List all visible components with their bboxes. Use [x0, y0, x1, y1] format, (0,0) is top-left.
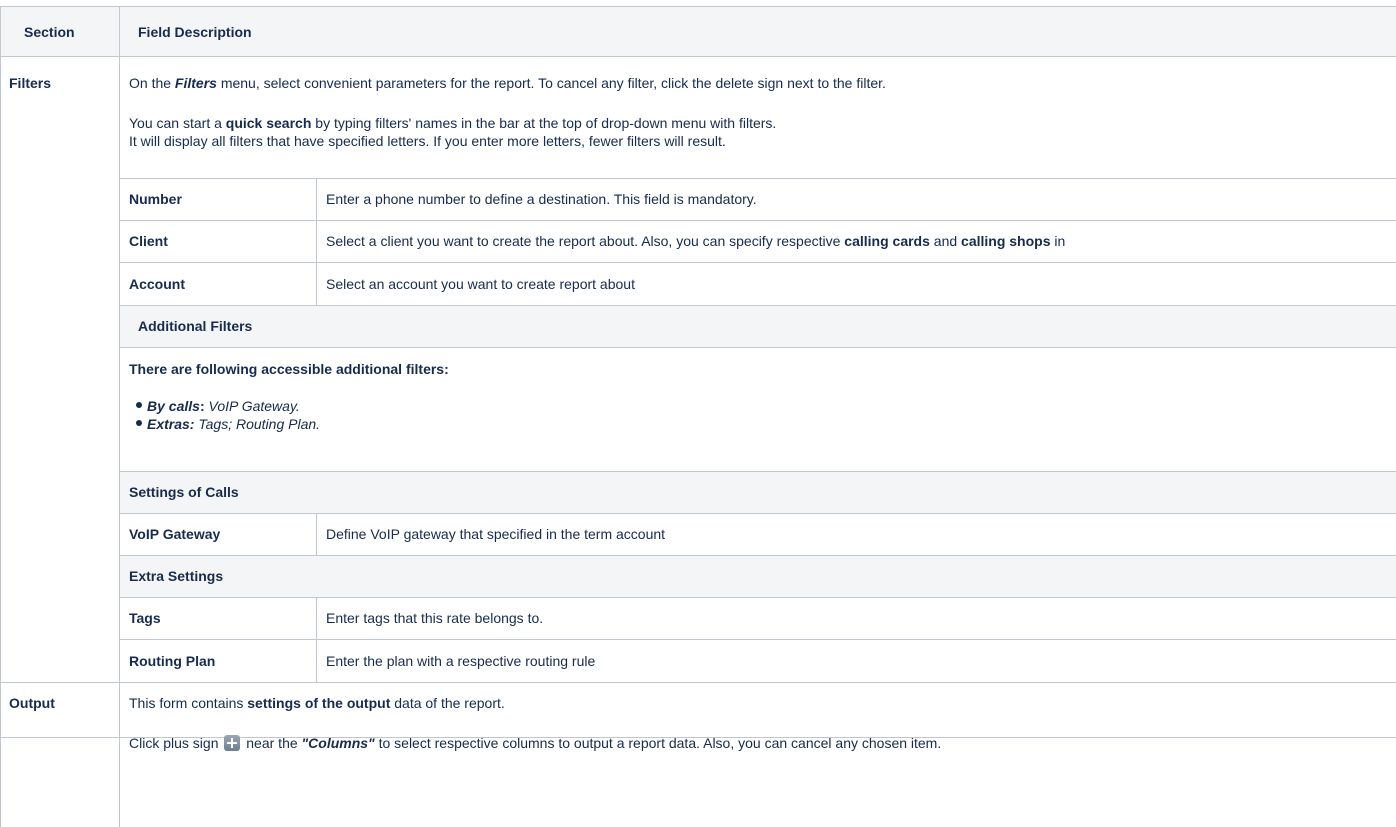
- bullet-dot: [136, 402, 142, 408]
- bullet-extras: Extras: Tags; Routing Plan.: [147, 416, 321, 432]
- additional-filters-lead: There are following accessible additiona…: [129, 361, 449, 377]
- output-line-2: Click plus sign near the "Columns" to se…: [129, 735, 942, 751]
- row-account-desc: Select an account you want to create rep…: [326, 276, 635, 292]
- quick-search-line-1: You can start a quick search by typing f…: [129, 115, 777, 131]
- row-tags-desc: Enter tags that this rate belongs to.: [326, 610, 544, 626]
- output-section-label: Output: [9, 695, 55, 711]
- output-line-1: This form contains settings of the outpu…: [129, 695, 505, 711]
- row-number-desc: Enter a phone number to define a destina…: [326, 191, 757, 207]
- filters-intro: On the Filters menu, select convenient p…: [129, 75, 886, 91]
- bullet-by-calls: By calls: VoIP Gateway.: [147, 398, 300, 414]
- header-field-description: Field Description: [138, 24, 252, 40]
- row-routing-plan-desc: Enter the plan with a respective routing…: [326, 653, 596, 669]
- documentation-table: Section Field Description Filters On the…: [0, 0, 1396, 827]
- quick-search-line-2: It will display all filters that have sp…: [129, 133, 726, 149]
- additional-filters-header: Additional Filters: [138, 318, 253, 334]
- row-routing-plan-name: Routing Plan: [129, 653, 216, 669]
- row-account-name: Account: [129, 276, 185, 292]
- row-tags-name: Tags: [129, 610, 161, 626]
- header-section: Section: [24, 24, 75, 40]
- header-cell-description: [119, 6, 1396, 57]
- extra-settings-header-cell: [119, 555, 1396, 598]
- extra-settings-header: Extra Settings: [129, 568, 224, 584]
- filters-section-cell: [0, 56, 120, 738]
- settings-of-calls-header: Settings of Calls: [129, 484, 239, 500]
- row-voip-gateway-desc: Define VoIP gateway that specified in th…: [326, 526, 666, 542]
- row-voip-gateway-name: VoIP Gateway: [129, 526, 221, 542]
- settings-of-calls-header-cell: [119, 471, 1396, 514]
- plus-icon: [224, 735, 241, 751]
- bullet-dot: [136, 420, 142, 426]
- row-number-name: Number: [129, 191, 182, 207]
- additional-filters-header-cell: [119, 305, 1396, 348]
- filters-section-label: Filters: [9, 75, 52, 91]
- row-client-desc: Select a client you want to create the r…: [326, 233, 1066, 249]
- row-client-name: Client: [129, 233, 168, 249]
